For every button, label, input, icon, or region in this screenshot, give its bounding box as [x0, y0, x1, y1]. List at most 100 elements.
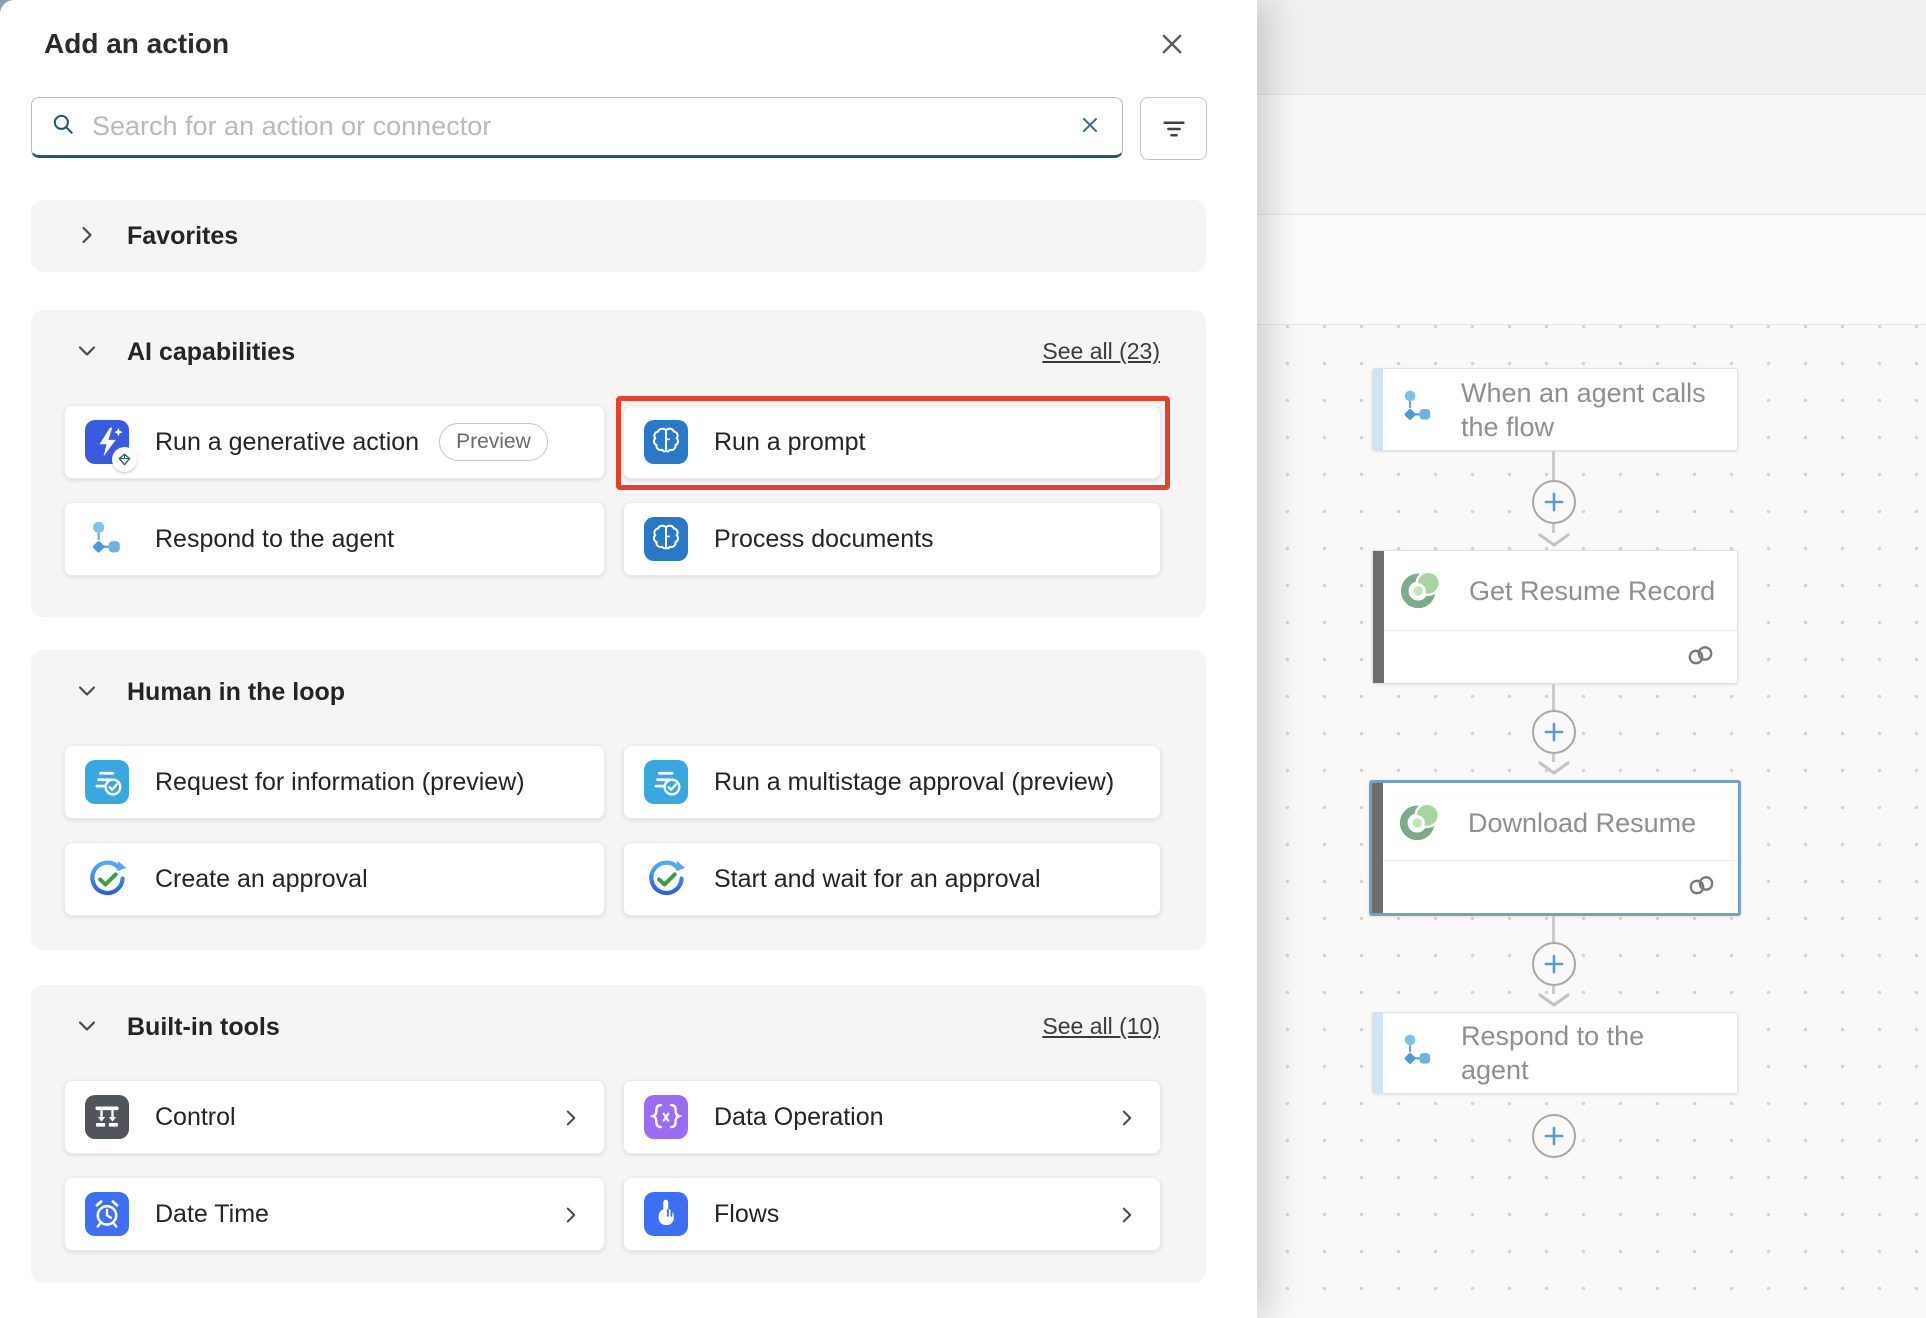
card-date-time[interactable]: Date Time	[64, 1177, 605, 1251]
ai-brain-icon	[644, 420, 688, 464]
node-respond-to-agent[interactable]: Respond to the agent	[1372, 1012, 1738, 1094]
insert-action-button[interactable]	[1532, 1114, 1576, 1158]
node-title: Respond to the agent	[1461, 1019, 1656, 1087]
card-respond-to-agent[interactable]: Respond to the agent	[64, 502, 605, 576]
premium-gem-icon	[112, 447, 137, 472]
card-label: Start and wait for an approval	[714, 865, 1041, 894]
section-ai-capabilities: AI capabilities See all (23) Run a gener…	[31, 310, 1206, 617]
approval-icon	[85, 857, 129, 901]
generative-action-icon	[85, 420, 129, 464]
control-icon	[85, 1095, 129, 1139]
ai-capabilities-header[interactable]: AI capabilities	[75, 334, 295, 370]
card-data-operation[interactable]: Data Operation	[623, 1080, 1161, 1154]
filter-button[interactable]	[1140, 97, 1207, 160]
card-label: Process documents	[714, 525, 934, 554]
node-footer	[1384, 630, 1737, 683]
built-in-tools-label: Built-in tools	[127, 1013, 280, 1042]
ai-brain-icon	[644, 517, 688, 561]
card-run-a-prompt[interactable]: Run a prompt	[623, 405, 1161, 479]
approval-icon	[644, 857, 688, 901]
data-operation-icon	[644, 1095, 688, 1139]
section-favorites: Favorites	[31, 200, 1206, 272]
favorites-label: Favorites	[127, 222, 238, 251]
card-label: Create an approval	[155, 865, 368, 894]
card-flows[interactable]: Flows	[623, 1177, 1161, 1251]
search-box	[31, 97, 1123, 158]
chevron-down-icon	[75, 679, 99, 706]
favorites-header[interactable]: Favorites	[75, 218, 238, 254]
connector-arrow-icon	[1536, 992, 1572, 1013]
search-icon	[50, 111, 76, 142]
connector-line	[1552, 916, 1555, 942]
section-human-in-the-loop: Human in the loop Request for informatio…	[31, 650, 1206, 950]
card-start-and-wait-approval[interactable]: Start and wait for an approval	[623, 842, 1161, 916]
add-action-panel: Add an action Favorites	[0, 0, 1257, 1318]
dataverse-icon	[1398, 798, 1444, 849]
human-in-the-loop-header[interactable]: Human in the loop	[75, 674, 345, 710]
chevron-down-icon	[75, 339, 99, 366]
chevron-right-icon	[1116, 1107, 1138, 1134]
card-process-documents[interactable]: Process documents	[623, 502, 1161, 576]
ai-see-all-link[interactable]: See all (23)	[1042, 338, 1160, 365]
connector-line	[1552, 451, 1555, 480]
canvas-subheader-band	[1257, 95, 1926, 215]
node-accent	[1373, 369, 1383, 450]
card-request-for-information[interactable]: Request for information (preview)	[64, 745, 605, 819]
agent-flow-icon	[85, 517, 129, 561]
node-accent	[1373, 1013, 1383, 1093]
card-control[interactable]: Control	[64, 1080, 605, 1154]
node-when-agent-calls-flow[interactable]: When an agent calls the flow	[1372, 368, 1738, 451]
node-title: When an agent calls the flow	[1461, 376, 1711, 444]
dataverse-icon	[1399, 566, 1445, 617]
node-get-resume-record[interactable]: Get Resume Record	[1372, 550, 1738, 684]
human-in-the-loop-label: Human in the loop	[127, 678, 345, 707]
chevron-right-icon	[560, 1204, 582, 1231]
chevron-right-icon	[560, 1107, 582, 1134]
node-footer	[1383, 860, 1738, 913]
agent-flow-icon	[1399, 1032, 1437, 1075]
agent-flow-icon	[1399, 388, 1437, 431]
request-info-icon	[85, 760, 129, 804]
panel-title: Add an action	[44, 28, 229, 60]
chevron-down-icon	[75, 1014, 99, 1041]
node-accent	[1372, 783, 1383, 913]
canvas-header-band	[1257, 0, 1926, 95]
designer-toolbar: Copilot Version	[1257, 215, 1926, 325]
close-button[interactable]	[1148, 22, 1196, 68]
insert-action-button[interactable]	[1532, 710, 1576, 754]
node-download-resume[interactable]: Download Resume	[1369, 780, 1741, 916]
card-label: Control	[155, 1103, 236, 1132]
built-in-tools-header[interactable]: Built-in tools	[75, 1009, 280, 1045]
node-title: Download Resume	[1468, 806, 1696, 840]
search-input[interactable]	[92, 111, 1074, 142]
insert-action-button[interactable]	[1532, 942, 1576, 986]
card-create-an-approval[interactable]: Create an approval	[64, 842, 605, 916]
app: Copilot Version When an agent calls the …	[0, 0, 1926, 1318]
connector-arrow-icon	[1536, 760, 1572, 781]
card-label: Request for information (preview)	[155, 768, 525, 797]
card-run-generative-action[interactable]: Run a generative action Preview	[64, 405, 605, 479]
clear-search-icon[interactable]	[1074, 109, 1106, 144]
card-label: Run a generative action	[155, 428, 419, 457]
card-label: Respond to the agent	[155, 525, 394, 554]
section-built-in-tools: Built-in tools See all (10) Control Data…	[31, 985, 1206, 1283]
card-label: Flows	[714, 1200, 779, 1229]
card-label: Data Operation	[714, 1103, 884, 1132]
link-icon[interactable]	[1685, 643, 1717, 670]
card-label: Date Time	[155, 1200, 269, 1229]
card-label: Run a multistage approval (preview)	[714, 768, 1114, 797]
hand-touch-icon	[644, 1192, 688, 1236]
alarm-clock-icon	[85, 1192, 129, 1236]
flow-canvas: Copilot Version When an agent calls the …	[1257, 0, 1926, 1318]
chevron-right-icon	[1116, 1204, 1138, 1231]
request-info-icon	[644, 760, 688, 804]
node-accent	[1373, 551, 1384, 683]
card-run-multistage-approval[interactable]: Run a multistage approval (preview)	[623, 745, 1161, 819]
connector-line	[1552, 684, 1555, 710]
ai-capabilities-label: AI capabilities	[127, 338, 295, 367]
node-title: Get Resume Record	[1469, 574, 1715, 608]
tools-see-all-link[interactable]: See all (10)	[1042, 1013, 1160, 1040]
link-icon[interactable]	[1686, 873, 1718, 900]
insert-action-button[interactable]	[1532, 480, 1576, 524]
card-label: Run a prompt	[714, 428, 865, 457]
